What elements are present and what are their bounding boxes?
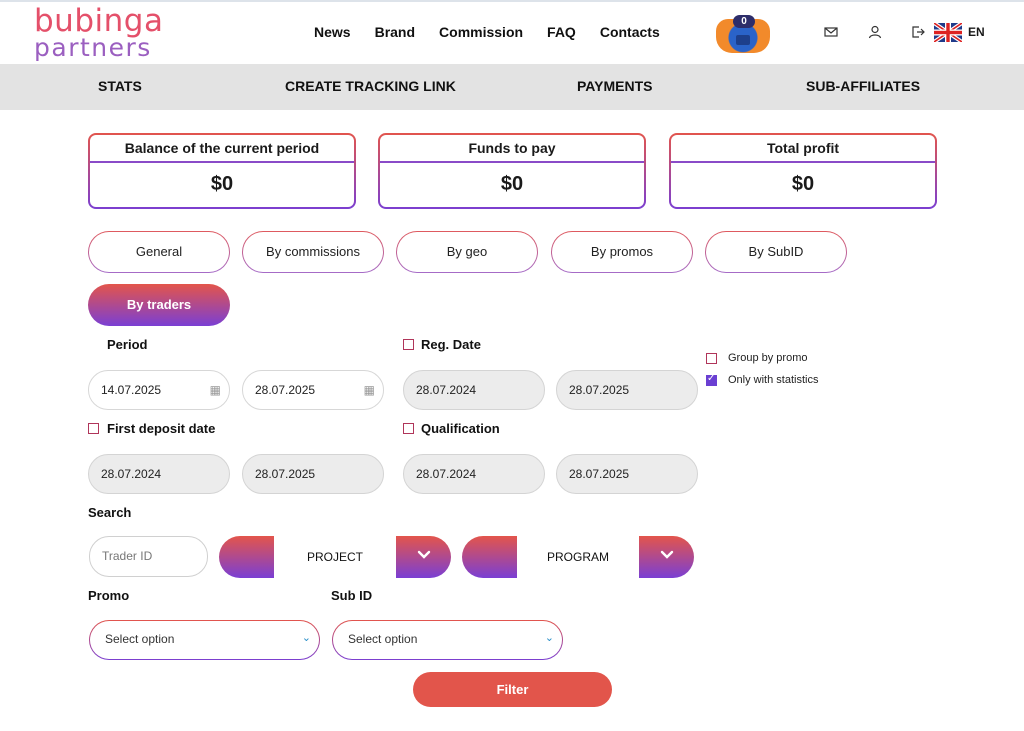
first-deposit-checkbox[interactable] <box>88 423 99 434</box>
qualification-label: Qualification <box>421 421 500 436</box>
nav-faq[interactable]: FAQ <box>547 24 576 40</box>
nav-commission[interactable]: Commission <box>439 24 523 40</box>
funds-card-value: $0 <box>500 173 524 195</box>
subnav-stats[interactable]: STATS <box>98 78 142 94</box>
calendar-icon[interactable]: ▦ <box>364 371 375 409</box>
filter-button[interactable]: Filter <box>413 672 612 707</box>
balance-card-value: $0 <box>210 173 234 195</box>
fd-to-value: 28.07.2025 <box>255 467 316 481</box>
chevron-down-icon[interactable]: ⌄ <box>545 620 554 657</box>
reg-to-value: 28.07.2025 <box>569 383 630 397</box>
subid-select[interactable]: Select option ⌄ <box>332 620 563 660</box>
project-select-label: PROJECT <box>274 536 396 578</box>
subnav-create-tracking-link[interactable]: CREATE TRACKING LINK <box>285 78 456 94</box>
funds-card: Funds to pay $0 <box>378 133 646 209</box>
chevron-down-icon[interactable] <box>417 547 431 564</box>
period-from-value: 14.07.2025 <box>101 383 162 397</box>
language-label[interactable]: EN <box>968 25 985 39</box>
profit-card: Total profit $0 <box>669 133 937 209</box>
project-select[interactable]: PROJECT <box>219 536 451 578</box>
sub-nav: STATS CREATE TRACKING LINK PAYMENTS SUB-… <box>0 64 1024 110</box>
nav-brand[interactable]: Brand <box>375 24 415 40</box>
q-to-input[interactable]: 28.07.2025 <box>556 454 698 494</box>
fd-from-value: 28.07.2024 <box>101 467 162 481</box>
group-by-promo-checkbox[interactable] <box>706 353 717 364</box>
subid-label: Sub ID <box>331 588 373 603</box>
balance-card: Balance of the current period $0 <box>88 133 356 209</box>
reg-from-input[interactable]: 28.07.2024 <box>403 370 545 410</box>
period-to-value: 28.07.2025 <box>255 383 316 397</box>
promo-select[interactable]: Select option ⌄ <box>89 620 320 660</box>
fd-from-input[interactable]: 28.07.2024 <box>88 454 230 494</box>
user-icon[interactable] <box>867 24 883 40</box>
program-select-label: PROGRAM <box>517 536 639 578</box>
logo[interactable]: bubinga partners <box>34 6 163 62</box>
reg-date-checkbox[interactable] <box>403 339 414 350</box>
nav-news[interactable]: News <box>314 24 351 40</box>
main-nav: News Brand Commission FAQ Contacts <box>314 24 684 40</box>
tab-by-commissions[interactable]: By commissions <box>242 231 384 273</box>
top-border <box>0 0 1024 2</box>
only-with-statistics-checkbox[interactable] <box>706 373 717 386</box>
group-by-promo-label: Group by promo <box>728 352 808 364</box>
promo-select-value: Select option <box>105 632 175 646</box>
subid-select-value: Select option <box>348 632 418 646</box>
period-from-input[interactable]: 14.07.2025 ▦ <box>88 370 230 410</box>
period-label: Period <box>107 337 148 352</box>
subnav-sub-affiliates[interactable]: SUB-AFFILIATES <box>806 78 920 94</box>
tab-by-traders[interactable]: By traders <box>88 284 230 326</box>
reg-from-value: 28.07.2024 <box>416 383 477 397</box>
program-select[interactable]: PROGRAM <box>462 536 694 578</box>
calendar-icon[interactable]: ▦ <box>210 371 221 409</box>
tab-by-subid[interactable]: By SubID <box>705 231 847 273</box>
logout-icon[interactable] <box>910 24 926 40</box>
mail-icon[interactable] <box>823 24 839 40</box>
subnav-payments[interactable]: PAYMENTS <box>577 78 652 94</box>
tab-by-geo[interactable]: By geo <box>396 231 538 273</box>
profit-card-value: $0 <box>791 173 815 195</box>
qualification-checkbox[interactable] <box>403 423 414 434</box>
balance-card-title: Balance of the current period <box>90 135 354 163</box>
q-from-input[interactable]: 28.07.2024 <box>403 454 545 494</box>
nav-contacts[interactable]: Contacts <box>600 24 660 40</box>
uk-flag-icon[interactable] <box>932 21 964 44</box>
briefcase-icon[interactable]: 0 <box>716 15 770 53</box>
fd-to-input[interactable]: 28.07.2025 <box>242 454 384 494</box>
promo-label: Promo <box>88 588 130 603</box>
q-to-value: 28.07.2025 <box>569 467 630 481</box>
briefcase-lock <box>736 35 750 45</box>
trader-id-input[interactable]: Trader ID <box>89 536 208 577</box>
first-deposit-label: First deposit date <box>107 421 216 436</box>
period-to-input[interactable]: 28.07.2025 ▦ <box>242 370 384 410</box>
logo-line2: partners <box>34 33 152 62</box>
tab-by-promos[interactable]: By promos <box>551 231 693 273</box>
tab-general[interactable]: General <box>88 231 230 273</box>
only-with-statistics-label: Only with statistics <box>728 374 819 386</box>
chevron-down-icon[interactable] <box>660 547 674 564</box>
briefcase-badge: 0 <box>733 15 755 28</box>
funds-card-title: Funds to pay <box>380 135 644 163</box>
search-label: Search <box>88 505 132 520</box>
q-from-value: 28.07.2024 <box>416 467 477 481</box>
profit-card-title: Total profit <box>671 135 935 163</box>
reg-to-input[interactable]: 28.07.2025 <box>556 370 698 410</box>
reg-date-label: Reg. Date <box>421 337 481 352</box>
chevron-down-icon[interactable]: ⌄ <box>302 620 311 657</box>
